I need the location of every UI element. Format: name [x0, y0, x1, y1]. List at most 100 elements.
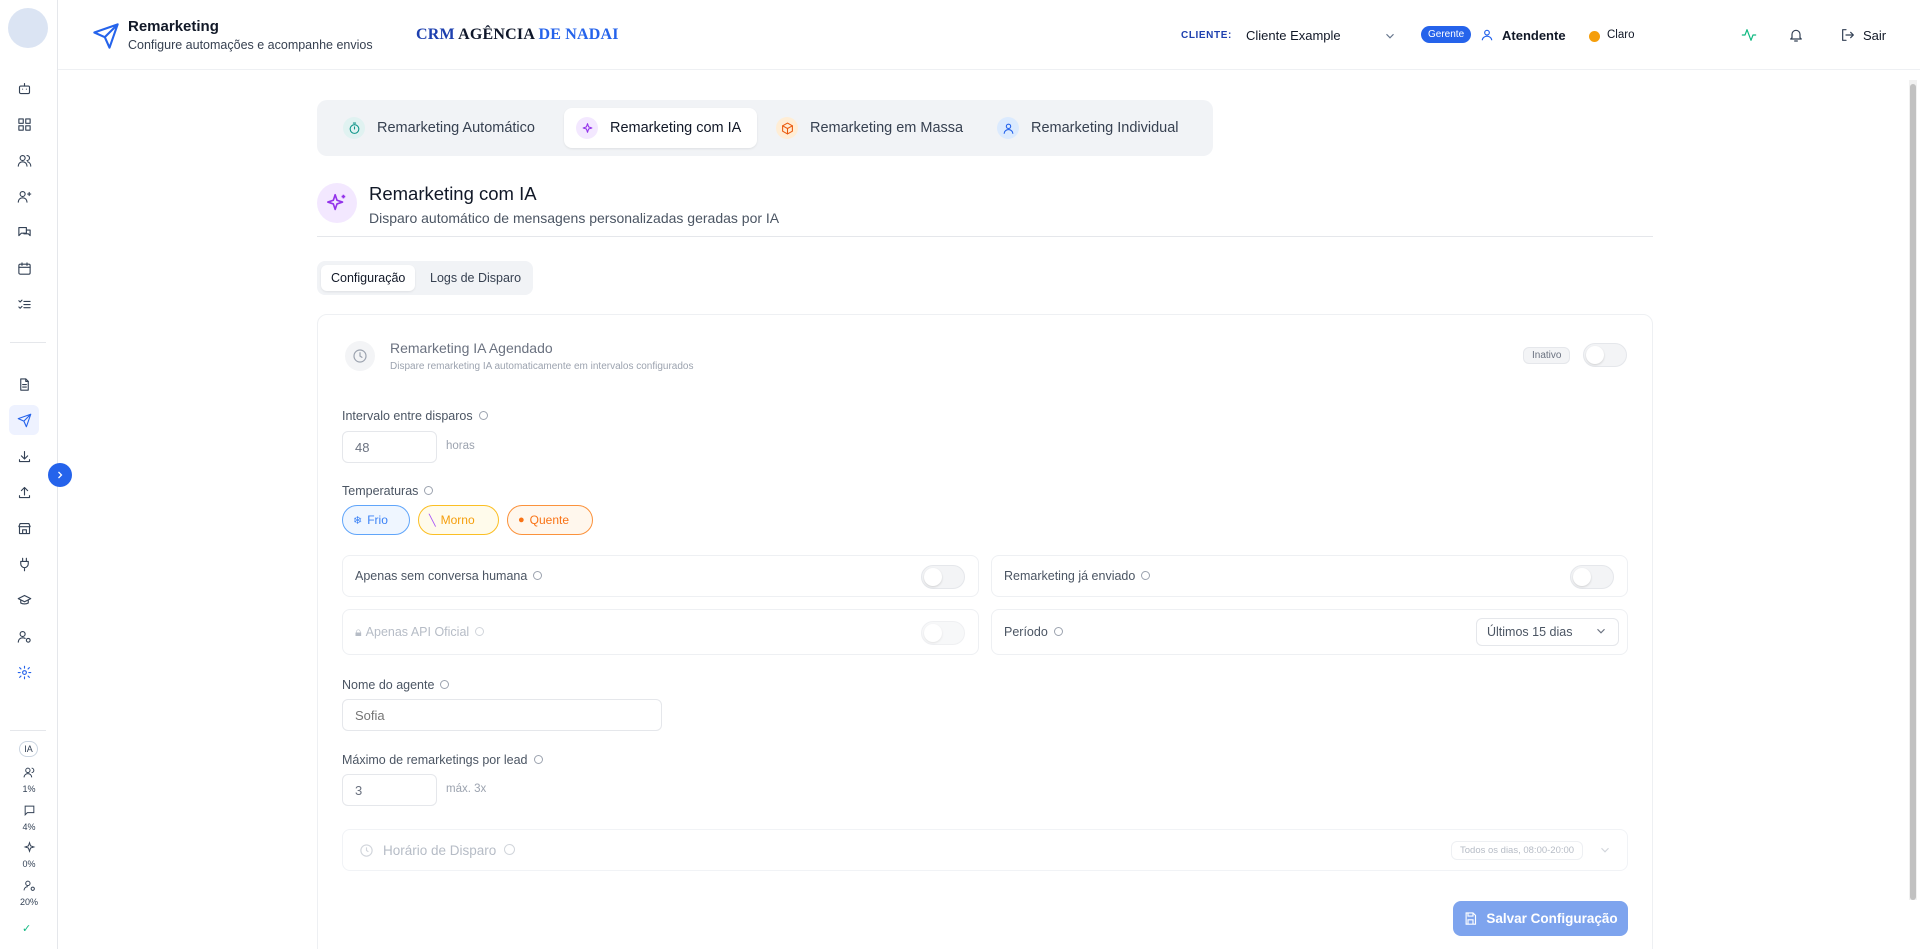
temps-label: Temperaturas [342, 484, 434, 498]
max-input[interactable]: 3 [342, 774, 437, 806]
clock-icon [359, 843, 374, 863]
info-icon[interactable] [533, 755, 543, 764]
clock-icon [345, 341, 375, 371]
temp-chip-frio[interactable]: ❄ Frio [342, 505, 410, 535]
dashboard-icon[interactable] [14, 114, 34, 134]
period-select[interactable]: Últimos 15 dias [1476, 618, 1620, 646]
sparkles-icon [576, 117, 598, 139]
tab-label: Remarketing Individual [1031, 120, 1179, 136]
user-icon [1480, 28, 1494, 47]
sidebar-divider [10, 730, 46, 731]
users-icon[interactable] [14, 150, 34, 170]
schedule-summary: Todos os dias, 08:00-20:00 [1451, 841, 1584, 860]
sidebar-expand-button[interactable] [48, 463, 72, 487]
tab-logs-disparo[interactable]: Logs de Disparo [420, 265, 531, 291]
brand-part: DE NADAI [538, 26, 619, 43]
send-icon [92, 22, 120, 50]
logout-icon[interactable] [1840, 27, 1858, 45]
logout-button[interactable]: Sair [1863, 28, 1886, 43]
tab-remarketing-individual[interactable]: Remarketing Individual [985, 108, 1195, 148]
stat-value: 20% [19, 897, 38, 907]
graduation-cap-icon[interactable] [14, 590, 34, 610]
user-role[interactable]: Atendente [1502, 28, 1566, 43]
option-already-sent: Remarketing já enviado [991, 555, 1628, 597]
label-text: Horário de Disparo [383, 843, 497, 858]
tab-remarketing-ia[interactable]: Remarketing com IA [564, 108, 758, 148]
theme-toggle[interactable]: Claro [1607, 29, 1634, 41]
interval-input[interactable]: 48 [342, 431, 437, 463]
label-text: Apenas API Oficial [365, 625, 470, 639]
document-icon[interactable] [14, 374, 34, 394]
scheduled-title: Remarketing IA Agendado [390, 340, 553, 356]
activity-icon[interactable] [1741, 27, 1759, 45]
tab-remarketing-automatico[interactable]: Remarketing Automático [331, 108, 551, 148]
info-icon[interactable] [424, 486, 434, 495]
save-config-button[interactable]: Salvar Configuração [1453, 901, 1628, 936]
gear-icon[interactable] [14, 662, 34, 682]
plug-icon[interactable] [14, 554, 34, 574]
info-icon[interactable] [1053, 627, 1063, 636]
sidebar-divider [10, 342, 46, 343]
schedule-accordion[interactable]: Horário de Disparo Todos os dias, 08:00-… [342, 829, 1628, 871]
upload-icon[interactable] [14, 482, 34, 502]
label-text: Apenas sem conversa humana [355, 569, 528, 583]
stat-value: 4% [22, 822, 36, 832]
info-icon[interactable] [504, 844, 516, 855]
option-api-oficial: 🔒︎ Apenas API Oficial [342, 609, 979, 655]
info-icon[interactable] [478, 411, 488, 420]
role-badge: Gerente [1421, 26, 1472, 43]
stat-ai: 0% [14, 841, 44, 869]
tab-remarketing-massa[interactable]: Remarketing em Massa [764, 108, 979, 148]
no-human-toggle[interactable] [921, 565, 965, 589]
send-icon[interactable] [9, 405, 39, 435]
info-icon[interactable] [533, 571, 543, 580]
brand-part: AGÊNCIA [458, 26, 535, 43]
section-title: Remarketing com IA [369, 183, 537, 204]
brand-logo: CRM AGÊNCIA DE NADAI [416, 26, 619, 44]
tab-label: Remarketing Automático [377, 120, 535, 136]
api-oficial-toggle[interactable] [921, 621, 965, 645]
chevron-down-icon [1594, 624, 1608, 641]
check-icon: ✓ [22, 923, 32, 935]
agent-name-input[interactable] [342, 699, 662, 731]
label-text: Remarketing já enviado [1004, 569, 1136, 583]
download-icon[interactable] [14, 446, 34, 466]
temp-chip-quente[interactable]: ● Quente [507, 505, 593, 535]
interval-label: Intervalo entre disparos [342, 409, 488, 423]
ia-badge: IA [19, 741, 38, 757]
bell-icon[interactable] [1788, 27, 1806, 45]
scheduled-toggle[interactable] [1583, 343, 1627, 367]
cliente-select[interactable]: Cliente Example [1246, 28, 1341, 43]
option-no-human: Apenas sem conversa humana [342, 555, 979, 597]
info-icon[interactable] [1141, 571, 1151, 580]
bot-icon[interactable] [14, 78, 34, 98]
chat-icon[interactable] [14, 222, 34, 242]
chevron-down-icon[interactable] [1598, 843, 1612, 862]
chevron-down-icon[interactable] [1383, 29, 1397, 43]
user-icon [997, 117, 1019, 139]
flame-icon: ● [518, 514, 525, 526]
label-text: Intervalo entre disparos [342, 409, 473, 423]
info-icon[interactable] [475, 627, 485, 636]
user-settings-icon[interactable] [14, 626, 34, 646]
section-subtitle: Disparo automático de mensagens personal… [369, 210, 780, 226]
theme-dot-icon[interactable] [1589, 31, 1600, 42]
store-icon[interactable] [14, 518, 34, 538]
header: Remarketing Configure automações e acomp… [58, 0, 1920, 70]
option-label: Apenas sem conversa humana [355, 569, 543, 583]
tasks-icon[interactable] [14, 294, 34, 314]
button-label: Salvar Configuração [1486, 911, 1618, 926]
remarketing-tabs: Remarketing Automático Remarketing com I… [317, 100, 1213, 156]
page-scrollbar[interactable] [1909, 80, 1917, 900]
scrollbar-thumb[interactable] [1910, 84, 1916, 900]
stat-value: 1% [22, 784, 36, 794]
calendar-icon[interactable] [14, 258, 34, 278]
info-icon[interactable] [440, 680, 450, 689]
agent-name-label: Nome do agente [342, 678, 450, 692]
temp-chip-morno[interactable]: ╲ Morno [418, 505, 499, 535]
chip-label: Morno [440, 513, 475, 527]
already-sent-toggle[interactable] [1570, 565, 1614, 589]
contacts-icon[interactable] [14, 186, 34, 206]
tab-configuracao[interactable]: Configuração [321, 265, 416, 291]
avatar[interactable] [8, 8, 48, 48]
